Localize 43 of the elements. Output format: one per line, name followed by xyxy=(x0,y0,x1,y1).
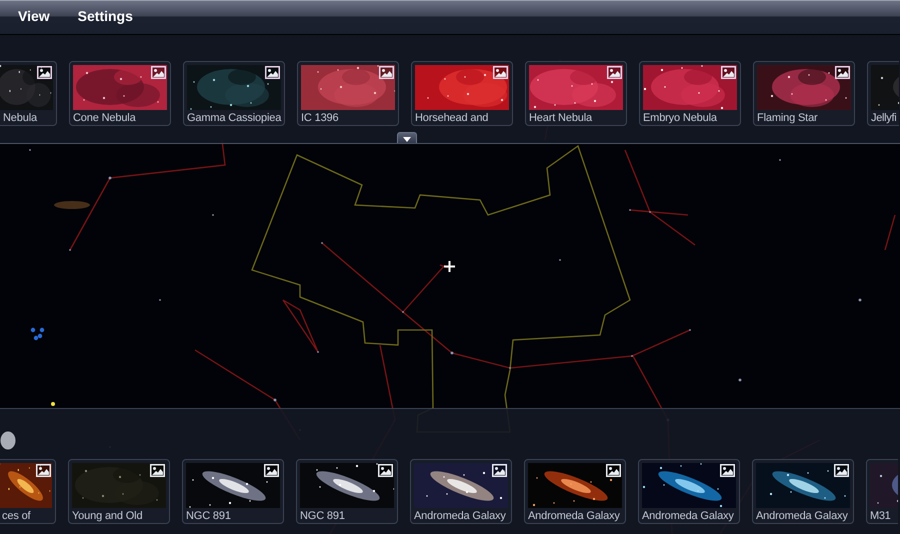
image-icon xyxy=(721,66,736,79)
image-icon xyxy=(607,66,622,79)
image-icon xyxy=(493,66,508,79)
image-icon xyxy=(834,464,849,477)
menu-item[interactable]: View xyxy=(10,0,58,32)
crosshair-icon xyxy=(443,260,456,273)
image-icon xyxy=(151,66,166,79)
image-icon xyxy=(492,464,507,477)
thumbnail-card[interactable]: Horsehead and xyxy=(411,61,513,126)
thumbnail-card[interactable]: Andromeda Galaxy xyxy=(638,459,740,524)
collapse-button[interactable] xyxy=(397,132,417,143)
image-icon xyxy=(264,464,279,477)
thumbnail-card[interactable]: NGC 891 xyxy=(296,459,398,524)
thumbnail-card[interactable]: IC 1396 xyxy=(297,61,399,126)
image-icon xyxy=(37,66,52,79)
thumbnail-card[interactable]: Gamma Cassiopiea xyxy=(183,61,285,126)
nebula-drawing xyxy=(54,201,90,209)
image-icon xyxy=(378,464,393,477)
image-icon xyxy=(150,464,165,477)
thumbnail-card[interactable]: Young and Old xyxy=(68,459,170,524)
thumbnail-card[interactable]: M31 xyxy=(866,459,898,524)
image-icon xyxy=(835,66,850,79)
thumbnail-card[interactable]: Andromeda Galaxy xyxy=(752,459,854,524)
image-icon xyxy=(36,464,51,477)
caret-icon xyxy=(403,137,411,142)
image-icon xyxy=(606,464,621,477)
thumbnail-card[interactable]: ces of xyxy=(0,459,56,524)
image-icon xyxy=(379,66,394,79)
planet-icon xyxy=(0,431,16,450)
thumbnail-card[interactable]: Heart Nebula xyxy=(525,61,627,126)
thumbnail-card[interactable]: Jellyfi xyxy=(867,61,899,126)
thumbnail-card[interactable]: NGC 891 xyxy=(182,459,284,524)
star-cluster-drawing xyxy=(30,328,44,340)
thumbnail-card[interactable]: Andromeda Galaxy xyxy=(410,459,512,524)
constellation-line xyxy=(884,214,896,250)
thumbnail-card[interactable]: Cone Nebula xyxy=(69,61,171,126)
image-icon xyxy=(720,464,735,477)
thumbnail-card[interactable]: Nebula xyxy=(0,61,57,126)
menu-item[interactable]: Settings xyxy=(70,0,141,32)
thumbnail-card[interactable]: Flaming Star xyxy=(753,61,855,126)
thumbnail-card[interactable]: Embryo Nebula xyxy=(639,61,741,126)
thumbnail-card[interactable]: Andromeda Galaxy xyxy=(524,459,626,524)
image-icon xyxy=(265,66,280,79)
